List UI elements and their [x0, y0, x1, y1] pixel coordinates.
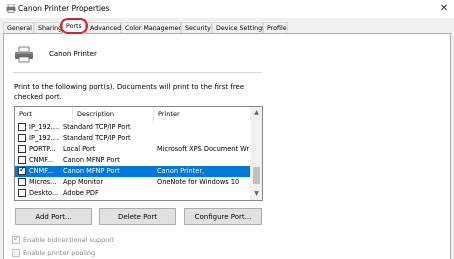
window-title: Canon Printer Properties — [18, 4, 110, 13]
port-name: PORTP... — [29, 145, 56, 153]
close-button[interactable]: ✕ — [436, 1, 452, 17]
port-name: IP_192.... — [29, 134, 59, 142]
table-row[interactable]: PORTP... Local Port Microsoft XPS Docume… — [15, 144, 250, 155]
column-header-printer[interactable]: Printer — [153, 107, 250, 122]
table-row[interactable]: Micros... App Monitor OneNote for Window… — [15, 177, 250, 188]
ports-list[interactable]: Port Description Printer IP_192.... Stan… — [14, 106, 263, 201]
port-printer: Canon Printer, — [157, 167, 205, 175]
port-description: Standard TCP/IP Port — [63, 134, 131, 142]
table-row[interactable]: CNMF... Canon MFNP Port — [15, 155, 250, 166]
vertical-scrollbar[interactable]: ▲ ▼ — [250, 107, 262, 200]
scroll-up-icon[interactable]: ▲ — [250, 107, 262, 119]
column-header-description[interactable]: Description — [72, 107, 153, 122]
table-row[interactable]: Deskto... Adobe PDF — [15, 188, 250, 199]
delete-port-button[interactable]: Delete Port — [99, 208, 176, 225]
port-description: Local Port — [63, 145, 96, 153]
printer-pooling-label: Enable printer pooling — [23, 249, 96, 257]
port-name: Micros... — [29, 178, 57, 186]
scrollbar-thumb[interactable] — [253, 167, 260, 184]
description-line-1: Print to the following port(s). Document… — [14, 83, 245, 91]
description-line-2: checked port. — [14, 93, 62, 101]
tab-highlight-ring — [60, 18, 88, 34]
port-printer: OneNote for Windows 10 — [157, 178, 240, 186]
bidirectional-support-checkbox[interactable] — [12, 234, 20, 244]
port-name: Deskto... — [29, 189, 59, 197]
port-printer: Microsoft XPS Document Write... — [157, 145, 249, 153]
table-row[interactable]: IP_192.... Standard TCP/IP Port — [15, 133, 250, 144]
bidirectional-support-label: Enable bidirectional support — [23, 236, 115, 244]
separator — [13, 72, 262, 73]
port-checkbox[interactable] — [18, 145, 26, 153]
table-row[interactable]: IP_192.... Standard TCP/IP Port — [15, 122, 250, 133]
port-name: CNMF... — [29, 156, 54, 164]
port-name: IP_192.... — [29, 123, 59, 131]
column-header-port[interactable]: Port — [15, 107, 72, 122]
title-bar: Canon Printer Properties ✕ — [0, 0, 454, 18]
port-description: Canon MFNP Port — [63, 156, 120, 164]
port-checkbox[interactable] — [18, 156, 26, 164]
add-port-button[interactable]: Add Port... — [15, 208, 92, 225]
port-checkbox[interactable] — [18, 134, 26, 142]
port-description: Adobe PDF — [63, 189, 99, 197]
configure-port-button[interactable]: Configure Port... — [184, 208, 262, 225]
port-description: Canon MFNP Port — [63, 167, 120, 175]
printer-app-icon — [6, 4, 16, 13]
port-checkbox[interactable] — [18, 178, 26, 186]
scroll-down-icon[interactable]: ▼ — [250, 188, 262, 200]
port-checkbox[interactable] — [18, 189, 26, 197]
port-checkbox-checked[interactable] — [18, 165, 26, 175]
port-description: Standard TCP/IP Port — [63, 123, 131, 131]
printer-icon — [15, 46, 33, 63]
port-name: CNMF... — [29, 167, 54, 175]
port-description: App Monitor — [63, 178, 104, 186]
printer-pooling-checkbox[interactable] — [12, 249, 20, 257]
table-row-selected[interactable]: CNMF... Canon MFNP Port Canon Printer, — [15, 165, 250, 177]
printer-name: Canon Printer — [49, 50, 97, 58]
port-checkbox[interactable] — [18, 123, 26, 131]
